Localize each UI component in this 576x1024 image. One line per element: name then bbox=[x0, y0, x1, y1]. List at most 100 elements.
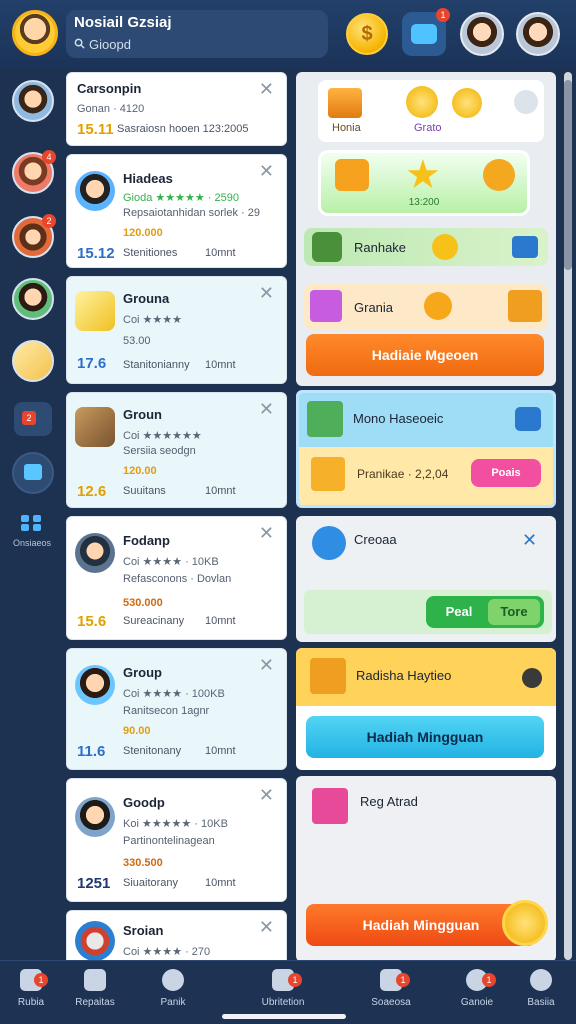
gift-icon bbox=[311, 457, 345, 491]
friend-avatar[interactable] bbox=[516, 12, 560, 56]
scrollbar-thumb[interactable] bbox=[564, 80, 572, 270]
group-number: 17.6 bbox=[77, 355, 107, 372]
nav-item-games[interactable]: Ganoie 1 bbox=[446, 969, 508, 1008]
sidebar-item-chat[interactable]: 2 bbox=[14, 402, 52, 436]
trophy-icon bbox=[312, 232, 342, 262]
close-icon[interactable]: ✕ bbox=[259, 655, 274, 676]
close-icon[interactable]: ✕ bbox=[259, 785, 274, 806]
group-meta: Suuitans bbox=[123, 485, 166, 497]
grania-row[interactable]: Grania bbox=[304, 284, 548, 330]
chat-title: Creoaa bbox=[354, 532, 397, 547]
chest-icon[interactable] bbox=[328, 88, 362, 118]
close-icon[interactable]: ✕ bbox=[259, 523, 274, 544]
group-card[interactable]: Groun ✕ Coi ★★★★★★ Sersiia seodgn 120.00… bbox=[66, 392, 287, 508]
search-row[interactable]: Gioopd bbox=[74, 37, 320, 52]
nav-item-home[interactable]: Rubia 1 bbox=[0, 969, 62, 1008]
mono-header[interactable]: Mono Haseoeic bbox=[299, 393, 553, 447]
more-icon[interactable] bbox=[20, 514, 42, 532]
close-icon[interactable]: ✕ bbox=[259, 161, 274, 182]
group-name: Fodanp bbox=[123, 533, 170, 548]
notification-badge: 1 bbox=[288, 973, 302, 987]
coupon-button[interactable]: Poais bbox=[471, 459, 541, 487]
group-rating: Gonan · 4120 bbox=[77, 103, 145, 115]
group-avatar bbox=[75, 291, 115, 331]
group-avatar bbox=[75, 665, 115, 705]
group-name: Carsonpin bbox=[77, 81, 142, 96]
weekly-button[interactable]: Hadiah Mingguan bbox=[306, 716, 544, 758]
weekly-header[interactable]: Radisha Haytieo bbox=[296, 648, 556, 706]
app-title: Nosiail Gzsiaj bbox=[74, 14, 172, 31]
nav-item-reports[interactable]: Repaitas bbox=[64, 969, 126, 1008]
group-name: Sroian bbox=[123, 923, 164, 938]
camera-icon[interactable] bbox=[512, 236, 538, 258]
gift-icon bbox=[411, 24, 437, 44]
group-card[interactable]: Goodp ✕ Koi ★★★★★ · 10KB Partinontelinag… bbox=[66, 778, 287, 902]
gift-icon bbox=[312, 788, 348, 824]
group-card[interactable]: Sroian ✕ Coi ★★★★ · 270 bbox=[66, 910, 287, 960]
group-number: 15.11 bbox=[77, 121, 114, 138]
group-number: 12.6 bbox=[77, 483, 107, 500]
coin-icon[interactable] bbox=[452, 88, 482, 118]
friend-avatar[interactable] bbox=[460, 12, 504, 56]
gift-icon bbox=[310, 658, 346, 694]
group-card[interactable]: Group ✕ Coi ★★★★ · 100KB Ranitsecon 1agn… bbox=[66, 648, 287, 770]
sidebar-avatar[interactable]: 4 bbox=[12, 150, 56, 194]
nav-label: Rubia bbox=[17, 997, 45, 1008]
mono-block: Mono Haseoeic Pranikae · 2,2,04 Poais bbox=[296, 390, 556, 508]
nav-item-info[interactable]: Basiia bbox=[510, 969, 572, 1008]
sidebar-item-store[interactable] bbox=[12, 452, 54, 494]
coin-icon[interactable] bbox=[406, 86, 438, 118]
group-rating: Coi ★★★★ · 270 bbox=[123, 946, 211, 958]
rank-row[interactable]: Ranhake bbox=[304, 228, 548, 266]
camera-icon[interactable] bbox=[515, 407, 541, 431]
coin-icon[interactable]: $ bbox=[346, 13, 388, 55]
close-icon[interactable]: ✕ bbox=[259, 79, 274, 100]
group-card[interactable]: Carsonpin ✕ Gonan · 4120 15.11 Sasraiosn… bbox=[66, 72, 287, 146]
group-title-box[interactable]: Nosiail Gzsiaj Gioopd bbox=[66, 10, 328, 58]
group-card[interactable]: Grouna ✕ Coi ★★★★ 53.00 17.6 Stanitonian… bbox=[66, 276, 287, 384]
home-indicator[interactable] bbox=[222, 1014, 346, 1019]
reply-button-label: Peal bbox=[445, 604, 473, 619]
reply-button[interactable]: Peal Tore bbox=[426, 596, 544, 628]
prize-banner[interactable]: ★ 13:200 bbox=[318, 150, 530, 216]
group-card[interactable]: Fodanp ✕ Coi ★★★★ · 10KB Refasconons · D… bbox=[66, 516, 287, 640]
nav-label: Panik bbox=[160, 997, 186, 1008]
search-label: Gioopd bbox=[89, 37, 131, 52]
nav-item-notifications[interactable]: Ubritetion 1 bbox=[252, 969, 314, 1008]
group-desc: Sersiia seodgn bbox=[123, 445, 196, 457]
close-icon[interactable]: ✕ bbox=[259, 399, 274, 420]
close-icon[interactable]: ✕ bbox=[259, 283, 274, 304]
group-time: 10mnt bbox=[205, 247, 236, 259]
group-number: 11.6 bbox=[77, 743, 106, 760]
close-icon[interactable]: ✕ bbox=[259, 917, 274, 938]
close-icon[interactable]: ✕ bbox=[522, 530, 537, 551]
settings-icon[interactable] bbox=[514, 90, 538, 114]
group-avatar bbox=[75, 797, 115, 837]
sidebar-avatar[interactable] bbox=[12, 278, 54, 320]
group-card[interactable]: Hiadeas ✕ Gioda ★★★★★ · 2590 Repsaiotanh… bbox=[66, 154, 287, 268]
group-time: 10mnt bbox=[205, 615, 236, 627]
group-list: Carsonpin ✕ Gonan · 4120 15.11 Sasraiosn… bbox=[66, 72, 288, 960]
group-rating: Koi ★★★★★ · 10KB bbox=[123, 818, 228, 830]
coin-icon[interactable] bbox=[502, 900, 548, 946]
sidebar-avatar[interactable] bbox=[12, 80, 54, 122]
nav-item-rank[interactable]: Panik bbox=[142, 969, 204, 1008]
nav-label: Soaeosa bbox=[371, 997, 411, 1008]
sidebar-item-box[interactable] bbox=[12, 340, 54, 382]
chat-block: Creoaa ✕ Peal Tore bbox=[296, 516, 556, 642]
group-rating: Coi ★★★★ · 10KB bbox=[123, 556, 219, 568]
gift-box-button[interactable]: 1 bbox=[402, 8, 450, 56]
group-avatar bbox=[75, 407, 115, 447]
group-number: 1251 bbox=[77, 875, 111, 892]
group-price: 120.000 bbox=[123, 227, 163, 239]
scrollbar[interactable] bbox=[564, 72, 572, 960]
group-price: 330.500 bbox=[123, 857, 163, 869]
group-rating: Gioda ★★★★★ · 2590 bbox=[123, 192, 239, 204]
profile-avatar[interactable] bbox=[12, 10, 58, 56]
sidebar-avatar[interactable]: 2 bbox=[12, 214, 56, 258]
group-desc: Repsaiotanhidan sorlek · 29 bbox=[123, 207, 260, 219]
nav-item-shop[interactable]: Soaeosa 1 bbox=[360, 969, 422, 1008]
reward-button[interactable]: Hadiaie Mgeoen bbox=[306, 334, 544, 376]
info-icon[interactable] bbox=[522, 668, 542, 688]
tab-label: Honia bbox=[332, 122, 361, 134]
